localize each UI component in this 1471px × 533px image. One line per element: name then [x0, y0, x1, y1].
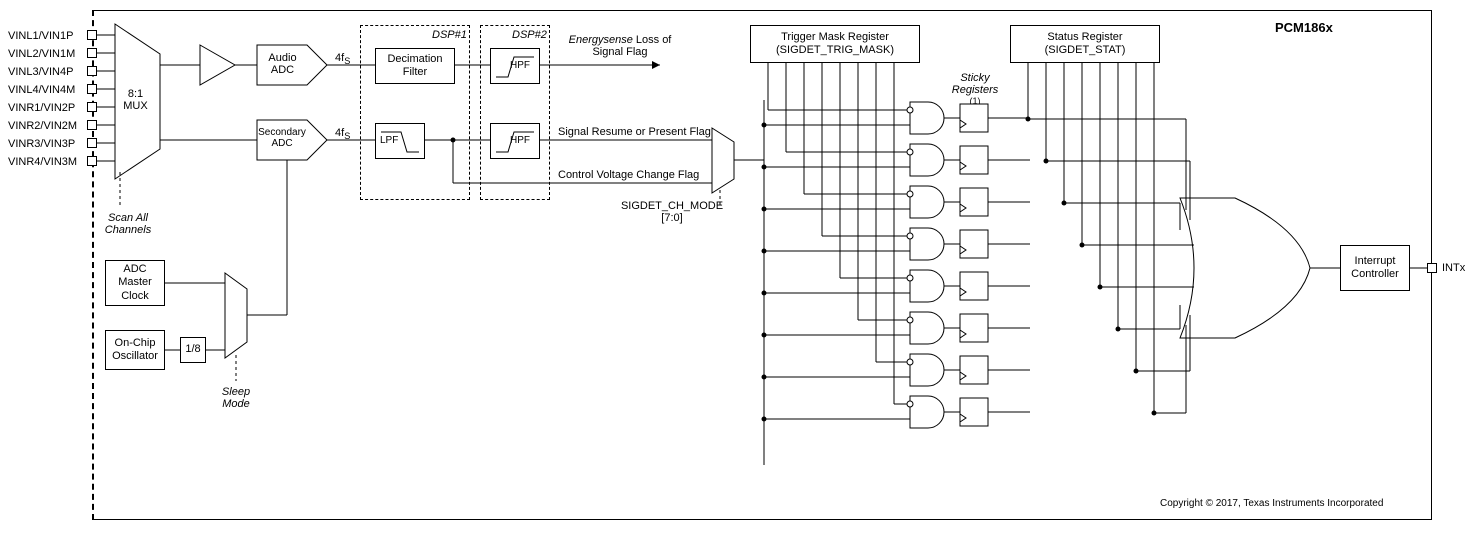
pin-label: VINL2/VIN1M: [8, 48, 75, 60]
pin-label: VINL4/VIN4M: [8, 84, 75, 96]
pin-pad: [87, 120, 97, 130]
pin-label: VINL1/VIN1P: [8, 30, 73, 42]
decimation-filter: Decimation Filter: [375, 48, 455, 84]
control-voltage-label: Control Voltage Change Flag: [558, 169, 699, 181]
pin-pad: [87, 156, 97, 166]
gate-row: [760, 226, 1030, 266]
pin-label: VINR1/VIN2P: [8, 102, 75, 114]
gate-row: [760, 184, 1030, 224]
gate-row: [760, 310, 1030, 350]
pin-pad: [87, 84, 97, 94]
gate-row: [760, 352, 1030, 392]
pin-pad: [87, 102, 97, 112]
pin-label: VINR4/VIN3M: [8, 156, 77, 168]
signal-resume-label: Signal Resume or Present Flag: [558, 126, 711, 138]
pin-label: VINL3/VIN4P: [8, 66, 73, 78]
scan-all-channels-label: Scan All Channels: [98, 212, 158, 236]
intx-pad: [1427, 263, 1437, 273]
onchip-oscillator: On-Chip Oscillator: [105, 330, 165, 370]
pin-label: VINR3/VIN3P: [8, 138, 75, 150]
intx-label: INTx: [1442, 262, 1465, 274]
pin-pad: [87, 138, 97, 148]
pin-pad: [87, 30, 97, 40]
dsp1-label: DSP#1: [432, 29, 467, 41]
energysense-label: Energysense Loss of Signal Flag: [560, 34, 680, 58]
chip-name: PCM186x: [1275, 20, 1333, 35]
gate-row: [760, 142, 1030, 182]
gate-row: [760, 100, 1030, 140]
sigdet-ch-mode-label: SIGDET_CH_MODE [7:0]: [612, 200, 732, 224]
trigger-mask-register: Trigger Mask Register (SIGDET_TRIG_MASK): [750, 25, 920, 63]
hpf-label: HPF: [510, 60, 530, 71]
audio-adc-label: Audio ADC: [260, 52, 305, 76]
pin-pad: [87, 48, 97, 58]
copyright: Copyright © 2017, Texas Instruments Inco…: [1160, 498, 1383, 509]
amplifier-icon: [200, 45, 240, 85]
dsp2-label: DSP#2: [512, 29, 547, 41]
adc-master-clock: ADC Master Clock: [105, 260, 165, 306]
lpf-label: LPF: [380, 135, 398, 146]
secondary-adc-label: Secondary ADC: [252, 127, 312, 149]
gate-row: [760, 268, 1030, 308]
gate-row: [760, 394, 1030, 434]
mux-label: 8:1 MUX: [118, 88, 153, 112]
interrupt-controller: Interrupt Controller: [1340, 245, 1410, 291]
pin-label: VINR2/VIN2M: [8, 120, 77, 132]
status-register: Status Register (SIGDET_STAT): [1010, 25, 1160, 63]
hpf-label-2: HPF: [510, 135, 530, 146]
sleep-mode-label: Sleep Mode: [216, 386, 256, 410]
pin-pad: [87, 66, 97, 76]
